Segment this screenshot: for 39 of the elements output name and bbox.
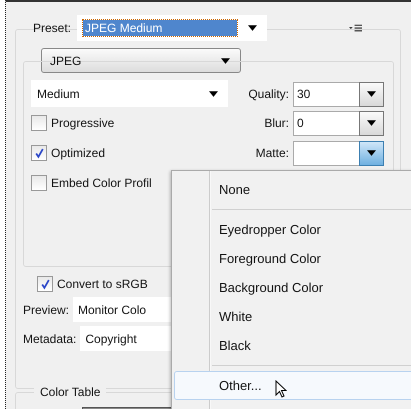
metadata-label: Metadata:	[23, 332, 76, 346]
preset-dropdown[interactable]: JPEG Medium	[77, 15, 268, 41]
value-field[interactable]	[293, 140, 359, 166]
field-label: Blur:	[264, 116, 289, 130]
value-field[interactable]: 0	[293, 110, 359, 136]
menu-item[interactable]: Other...	[174, 371, 411, 400]
quality-preset-dropdown[interactable]: Medium	[31, 80, 228, 107]
caret-icon	[248, 25, 258, 31]
menu-item[interactable]: Eyedropper Color	[174, 215, 411, 244]
preset-value: JPEG Medium	[83, 20, 238, 36]
checkbox-label: Convert to sRGB	[57, 277, 148, 291]
check-icon	[40, 278, 50, 290]
field-label: Matte:	[256, 146, 289, 160]
preset-label: Preset:	[33, 21, 72, 35]
dropdown-button[interactable]	[359, 82, 384, 106]
preview-label: Preview:	[23, 302, 70, 316]
format-dropdown[interactable]: JPEG	[41, 48, 241, 73]
field-label: Quality:	[248, 87, 289, 101]
mouse-cursor-icon	[275, 380, 287, 398]
caret-icon	[209, 90, 218, 96]
checkbox-label: Progressive	[51, 116, 114, 130]
dropdown-button[interactable]	[359, 110, 384, 136]
caret-icon	[367, 120, 376, 126]
check-icon	[34, 148, 44, 158]
checkbox[interactable]	[37, 276, 53, 292]
checkbox-label: Embed Color Profil	[51, 176, 152, 190]
color-table-title: Color Table	[34, 385, 106, 399]
caret-icon	[367, 91, 376, 97]
checkbox[interactable]	[31, 145, 47, 161]
panel-menu-icon[interactable]	[349, 24, 362, 32]
menu-item[interactable]: None	[174, 175, 411, 204]
caret-icon	[221, 58, 230, 64]
checkbox[interactable]	[31, 115, 47, 131]
caret-icon	[367, 150, 376, 156]
dropdown-button[interactable]	[359, 140, 384, 166]
value-field[interactable]: 30	[293, 82, 359, 106]
checkbox[interactable]	[31, 175, 47, 191]
checkbox-label: Optimized	[51, 146, 106, 160]
menu-item[interactable]: Foreground Color	[174, 244, 411, 273]
